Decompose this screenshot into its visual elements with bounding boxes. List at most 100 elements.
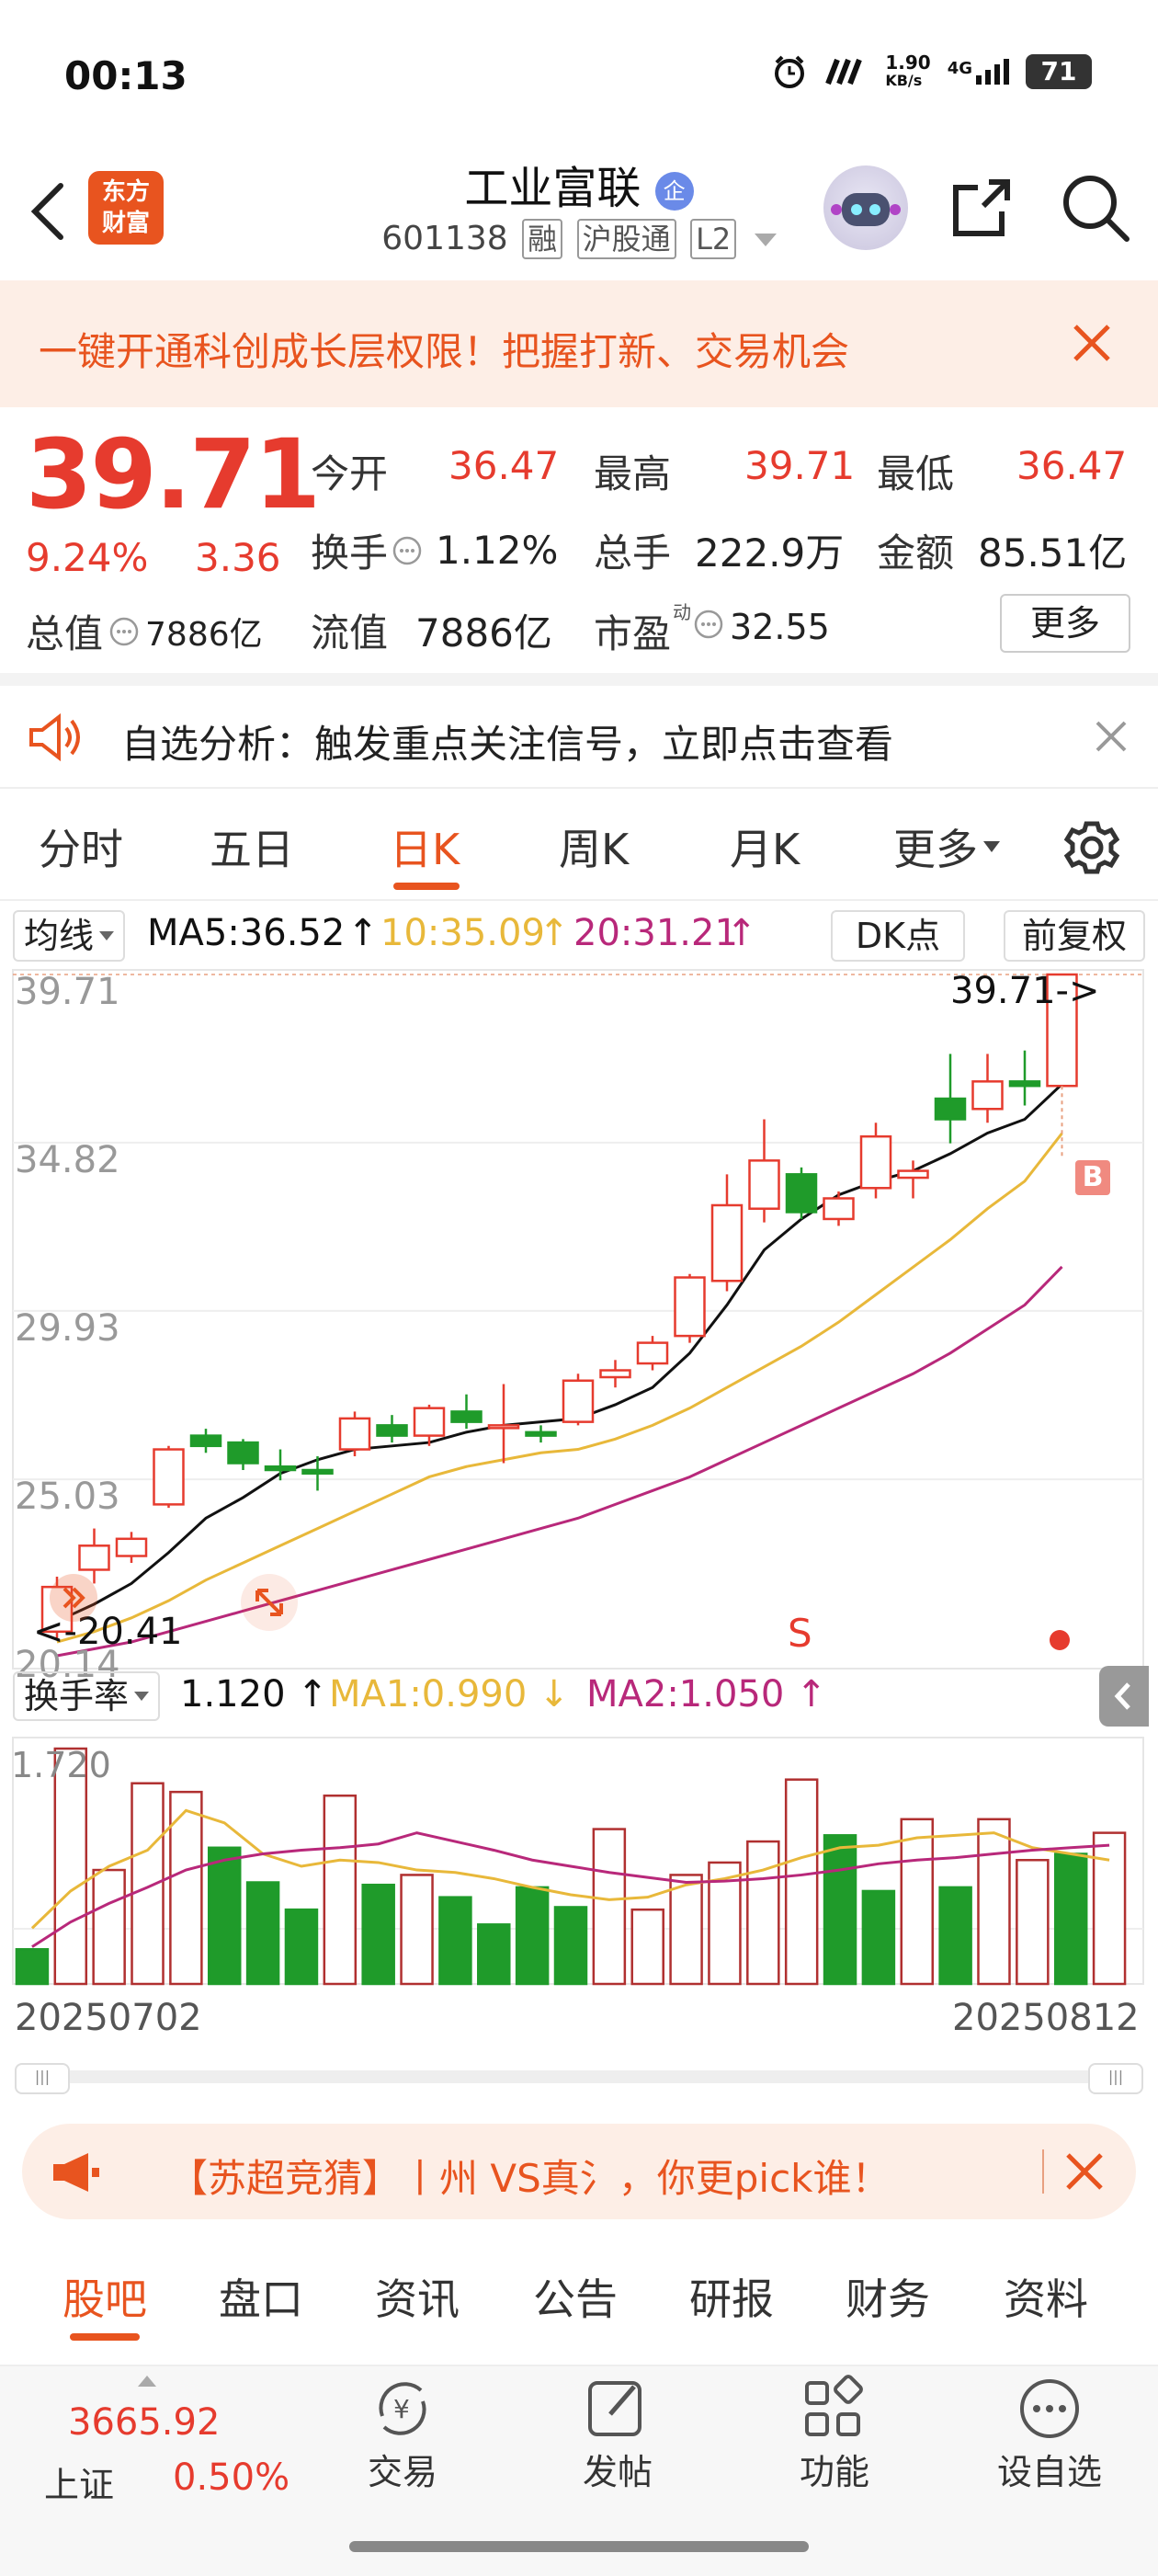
candle-body bbox=[153, 1448, 185, 1506]
turnover-bar bbox=[592, 1828, 627, 1986]
ma5-line bbox=[56, 1083, 1063, 1623]
expand-left-button[interactable] bbox=[50, 1574, 97, 1622]
range-scrollbar[interactable] bbox=[15, 2070, 1140, 2083]
change-pct: 9.24% bbox=[26, 535, 149, 580]
candle-body bbox=[710, 1203, 744, 1282]
turnover-ma1: MA1:0.990 ↓ bbox=[329, 1673, 570, 1715]
float-cap-label: 流值 bbox=[311, 610, 389, 655]
open-value: 36.47 bbox=[448, 443, 560, 488]
yen-cycle-icon: ¥ bbox=[379, 2382, 426, 2435]
tab-daily-k[interactable]: 日K bbox=[390, 816, 460, 877]
assistant-avatar[interactable] bbox=[823, 165, 908, 250]
volume-label: 总手 bbox=[594, 530, 672, 576]
float-cap-value: 7886亿 bbox=[415, 610, 552, 655]
edit-icon bbox=[588, 2381, 641, 2436]
signal-dot bbox=[1050, 1630, 1070, 1650]
turnover-ma2: MA2:1.050 ↑ bbox=[586, 1673, 827, 1715]
nav-add-watchlist[interactable]: 设自选 bbox=[978, 2374, 1121, 2494]
tab-monthly-k[interactable]: 月K bbox=[730, 816, 800, 877]
range-handle-left[interactable]: ||| bbox=[15, 2063, 70, 2094]
close-icon[interactable] bbox=[1072, 323, 1112, 363]
stock-code: 601138 bbox=[381, 220, 508, 257]
collapse-panel-button[interactable] bbox=[1099, 1666, 1149, 1727]
candle-body bbox=[227, 1441, 259, 1465]
candle-body bbox=[562, 1379, 595, 1423]
turnover-bars bbox=[12, 1737, 1144, 1986]
price-tick-label: 34.82 bbox=[15, 1139, 120, 1181]
k-line-chart[interactable]: 39.7134.8229.9325.0320.14 bbox=[0, 896, 1158, 2101]
status-icons: 1.90 KB/s 4G 71 bbox=[771, 53, 1092, 90]
tab-news[interactable]: 资讯 bbox=[375, 2266, 460, 2327]
candle-body bbox=[115, 1537, 148, 1557]
battery-icon: 71 bbox=[1026, 54, 1092, 89]
share-button[interactable] bbox=[947, 173, 1016, 246]
turnover-bar bbox=[92, 1868, 126, 1986]
turnover-max-label: 1.720 bbox=[11, 1745, 111, 1785]
candle-body bbox=[674, 1276, 706, 1338]
price-tick-label: 39.71 bbox=[15, 971, 120, 1013]
nav-trade[interactable]: ¥ 交易 bbox=[347, 2374, 458, 2494]
expand-up-icon[interactable] bbox=[138, 2376, 156, 2387]
tab-intraday[interactable]: 分时 bbox=[39, 816, 123, 877]
more-button[interactable]: 更多 bbox=[1000, 594, 1130, 653]
candle-body bbox=[264, 1465, 297, 1472]
net-speed: 1.90 KB/s bbox=[885, 51, 931, 89]
range-handle-right[interactable]: ||| bbox=[1088, 2063, 1143, 2094]
high-label: 最高 bbox=[594, 451, 672, 496]
info-icon[interactable] bbox=[108, 616, 140, 647]
candle-body bbox=[897, 1169, 929, 1180]
index-name: 上证 bbox=[44, 2465, 115, 2505]
chart-frame bbox=[12, 969, 1144, 1670]
tab-five-day[interactable]: 五日 bbox=[210, 816, 294, 877]
turnover-bar bbox=[669, 1874, 703, 1986]
candle-body bbox=[859, 1134, 892, 1190]
tag-level2: L2 bbox=[690, 219, 737, 259]
expand-arrows-icon bbox=[255, 1589, 283, 1616]
turnover-value: 1.12% bbox=[436, 528, 559, 573]
tab-financials[interactable]: 财务 bbox=[846, 2266, 930, 2327]
analysis-banner[interactable]: 自选分析：触发重点关注信号，立即点击查看 bbox=[0, 686, 1158, 787]
nav-functions[interactable]: 功能 bbox=[779, 2374, 890, 2494]
index-value[interactable]: 3665.92 bbox=[68, 2401, 220, 2444]
amount-label: 金额 bbox=[877, 530, 955, 576]
ad-banner[interactable]: 【苏超竞猜】丨州 VS真氵，你更pick谁！ bbox=[22, 2124, 1136, 2219]
divider bbox=[0, 673, 1158, 686]
tab-forum[interactable]: 股吧 bbox=[62, 2266, 147, 2327]
turnover-bar bbox=[630, 1908, 664, 1986]
candle-body bbox=[189, 1434, 222, 1448]
home-indicator bbox=[349, 2541, 809, 2552]
sub-indicator-selector[interactable]: 换手率 bbox=[13, 1671, 161, 1721]
speaker-icon bbox=[29, 712, 80, 762]
tab-order-book[interactable]: 盘口 bbox=[219, 2266, 303, 2327]
nav-post[interactable]: 发帖 bbox=[562, 2374, 673, 2494]
close-icon[interactable] bbox=[1094, 719, 1129, 754]
info-icon[interactable] bbox=[693, 609, 724, 640]
status-bar: 00:13 1.90 KB/s 4G 71 bbox=[0, 0, 1158, 156]
close-icon[interactable] bbox=[1064, 2151, 1105, 2192]
info-icon[interactable] bbox=[392, 535, 423, 566]
candle-body bbox=[78, 1544, 110, 1571]
grid-icon bbox=[805, 2375, 863, 2436]
candle-body bbox=[450, 1410, 482, 1423]
share-icon bbox=[953, 179, 1010, 236]
nav-trade-label: 交易 bbox=[367, 2452, 437, 2492]
promo-banner[interactable]: 一键开通科创成长层权限！把握打新、交易机会 bbox=[0, 280, 1158, 407]
buy-signal[interactable]: B bbox=[1075, 1160, 1110, 1195]
price-tick-label: 25.03 bbox=[15, 1476, 120, 1518]
settings-gear-icon[interactable] bbox=[1059, 815, 1125, 881]
fullscreen-button[interactable] bbox=[241, 1574, 298, 1631]
turnover-bar bbox=[245, 1881, 280, 1986]
tab-announcements[interactable]: 公告 bbox=[533, 2266, 618, 2327]
turnover-bar bbox=[746, 1840, 780, 1986]
turnover-bar bbox=[1053, 1852, 1088, 1986]
candle-body bbox=[748, 1159, 780, 1210]
pe-superscript: 动 bbox=[673, 601, 692, 623]
tab-research[interactable]: 研报 bbox=[689, 2266, 774, 2327]
end-date: 20250812 bbox=[952, 1997, 1140, 2039]
turnover-bar bbox=[284, 1908, 319, 1986]
tab-weekly-k[interactable]: 周K bbox=[559, 816, 629, 877]
tab-profile[interactable]: 资料 bbox=[1004, 2266, 1088, 2327]
tab-more[interactable]: 更多 bbox=[893, 816, 1000, 877]
search-button[interactable] bbox=[1059, 169, 1132, 246]
sell-signal[interactable]: S bbox=[788, 1611, 812, 1656]
